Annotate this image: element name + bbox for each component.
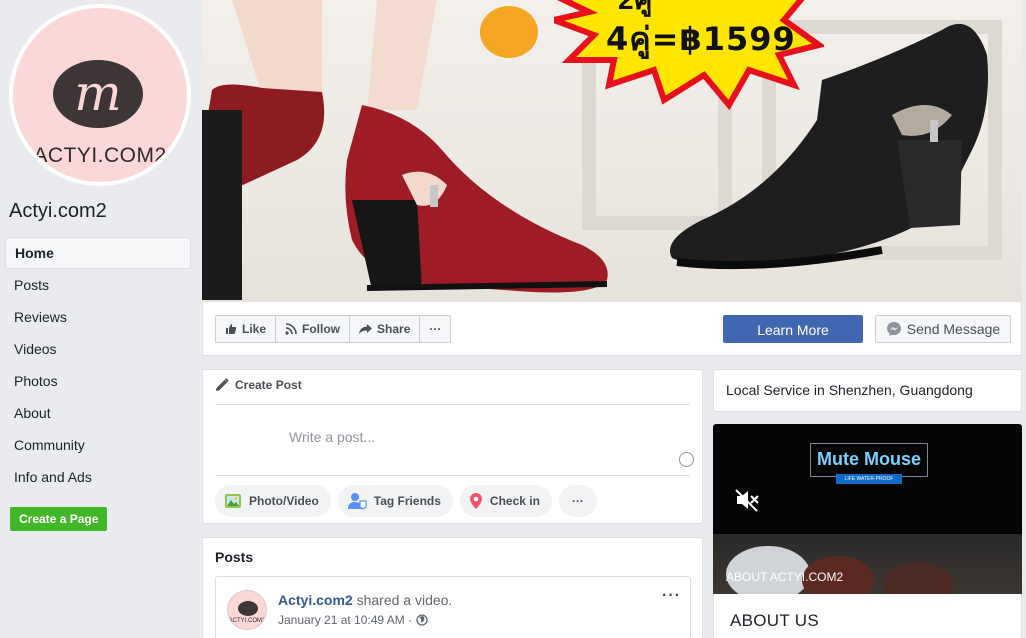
muted-speaker-icon xyxy=(735,489,759,512)
sidebar-item-reviews[interactable]: Reviews xyxy=(5,301,191,333)
sidebar-item-home[interactable]: Home xyxy=(5,237,191,269)
mute-toggle[interactable] xyxy=(735,488,761,517)
more-label: ··· xyxy=(429,322,442,336)
create-post-label: Create Post xyxy=(235,378,302,392)
post-header: Actyi.com2 shared a video. xyxy=(278,592,452,608)
more-options-button[interactable]: ··· xyxy=(558,485,597,517)
tag-friends-button[interactable]: Tag Friends xyxy=(337,485,453,517)
check-in-label: Check in xyxy=(489,494,540,508)
rss-icon xyxy=(285,323,297,335)
create-post-header[interactable]: Create Post xyxy=(215,378,302,392)
post-text-input[interactable]: Write a post... xyxy=(289,429,375,445)
post-timestamp[interactable]: January 21 at 10:49 AM · xyxy=(278,613,412,627)
leg xyxy=(367,0,437,110)
logo-brand-text: ACTYI.COM2 xyxy=(33,144,167,167)
video-product-title: Mute Mouse xyxy=(810,443,928,477)
check-in-button[interactable]: Check in xyxy=(459,485,552,517)
like-icon xyxy=(226,324,237,334)
globe-icon xyxy=(416,614,428,626)
avatar-mark xyxy=(238,601,258,616)
create-page-button[interactable]: Create a Page xyxy=(10,507,108,531)
composer-actions: Photo/Video Tag Friends Check in ··· xyxy=(215,485,597,517)
send-message-button[interactable]: Send Message xyxy=(875,315,1011,343)
divider xyxy=(215,404,690,405)
leg xyxy=(232,0,322,95)
posts-section: Posts ACTYI.COM2 Actyi.com2 shared a vid… xyxy=(202,537,703,638)
video-caption: ABOUT ACTYI.COM2 xyxy=(726,570,844,584)
post-options-button[interactable]: ··· xyxy=(662,587,681,605)
share-button[interactable]: Share xyxy=(350,316,421,342)
video-mice-scene xyxy=(713,534,1022,594)
cover-photo[interactable]: 2คู่ 4คู่=฿1599 xyxy=(202,0,1022,302)
photo-icon xyxy=(225,494,241,508)
page-title[interactable]: Actyi.com2 xyxy=(9,200,107,223)
pencil-icon xyxy=(216,378,229,391)
like-label: Like xyxy=(242,322,267,336)
heel xyxy=(202,110,242,300)
logo-mark: m xyxy=(53,60,143,128)
avatar-brand-text: ACTYI.COM2 xyxy=(228,618,266,624)
mouse-dark xyxy=(882,562,954,594)
action-button-group: Like Follow Share ··· xyxy=(215,315,452,343)
tag-friends-label: Tag Friends xyxy=(373,494,441,508)
follow-label: Follow xyxy=(302,322,341,336)
avatar[interactable]: ACTYI.COM2 xyxy=(227,590,267,630)
sidebar-item-videos[interactable]: Videos xyxy=(5,333,191,365)
share-icon xyxy=(359,324,373,334)
sidebar-item-posts[interactable]: Posts xyxy=(5,269,191,301)
heel xyxy=(352,200,422,290)
video-player[interactable]: Mute Mouse LIFE WATER-PROOF ABOUT ACTYI.… xyxy=(713,424,1022,594)
page-category[interactable]: Local Service in Shenzhen, Guangdong xyxy=(713,369,1022,412)
logo: m ACTYI.COM2 xyxy=(13,8,187,182)
share-label: Share xyxy=(377,322,411,336)
follow-button[interactable]: Follow xyxy=(276,316,351,342)
buckle-charm xyxy=(430,185,438,207)
red-shoe-image xyxy=(202,0,608,300)
mice-image xyxy=(726,546,954,594)
learn-more-button[interactable]: Learn More xyxy=(723,315,863,343)
create-post-composer: Create Post Write a post... Photo/Video … xyxy=(202,369,703,524)
about-us-card: ABOUT US xyxy=(713,594,1022,638)
buckle-charm xyxy=(930,120,938,142)
more-options-label: ··· xyxy=(571,494,584,508)
sidebar-item-about[interactable]: About xyxy=(5,397,191,429)
post-action-text: shared a video. xyxy=(352,592,453,608)
send-message-label: Send Message xyxy=(906,321,1001,337)
left-column: m ACTYI.COM2 Actyi.com2 Home Posts Revie… xyxy=(0,0,202,638)
sidebar-item-info-and-ads[interactable]: Info and Ads xyxy=(5,461,191,493)
tag-friends-icon xyxy=(347,493,367,510)
profile-picture[interactable]: m ACTYI.COM2 xyxy=(9,4,191,186)
sidebar-item-community[interactable]: Community xyxy=(5,429,191,461)
divider xyxy=(215,475,690,476)
black-shoe-image xyxy=(670,23,988,270)
page-action-bar: Like Follow Share ··· Learn More Send Me… xyxy=(202,302,1022,356)
post-card: ACTYI.COM2 Actyi.com2 shared a video. Ja… xyxy=(215,576,691,638)
sole xyxy=(366,281,608,291)
messenger-icon xyxy=(886,322,901,336)
about-us-heading: ABOUT US xyxy=(730,611,819,630)
posts-heading: Posts xyxy=(215,549,254,565)
like-button[interactable]: Like xyxy=(216,316,277,342)
post-meta: January 21 at 10:49 AM · xyxy=(278,613,428,627)
location-pin-icon xyxy=(469,493,482,509)
photo-video-label: Photo/Video xyxy=(249,494,319,508)
emoji-icon[interactable] xyxy=(679,452,694,467)
video-product-subtitle: LIFE WATER-PROOF xyxy=(836,474,902,484)
sidebar-nav: Home Posts Reviews Videos Photos About C… xyxy=(5,237,191,493)
post-author-link[interactable]: Actyi.com2 xyxy=(278,592,353,608)
more-actions-button[interactable]: ··· xyxy=(420,316,450,342)
photo-video-button[interactable]: Photo/Video xyxy=(215,485,331,517)
sidebar-item-photos[interactable]: Photos xyxy=(5,365,191,397)
